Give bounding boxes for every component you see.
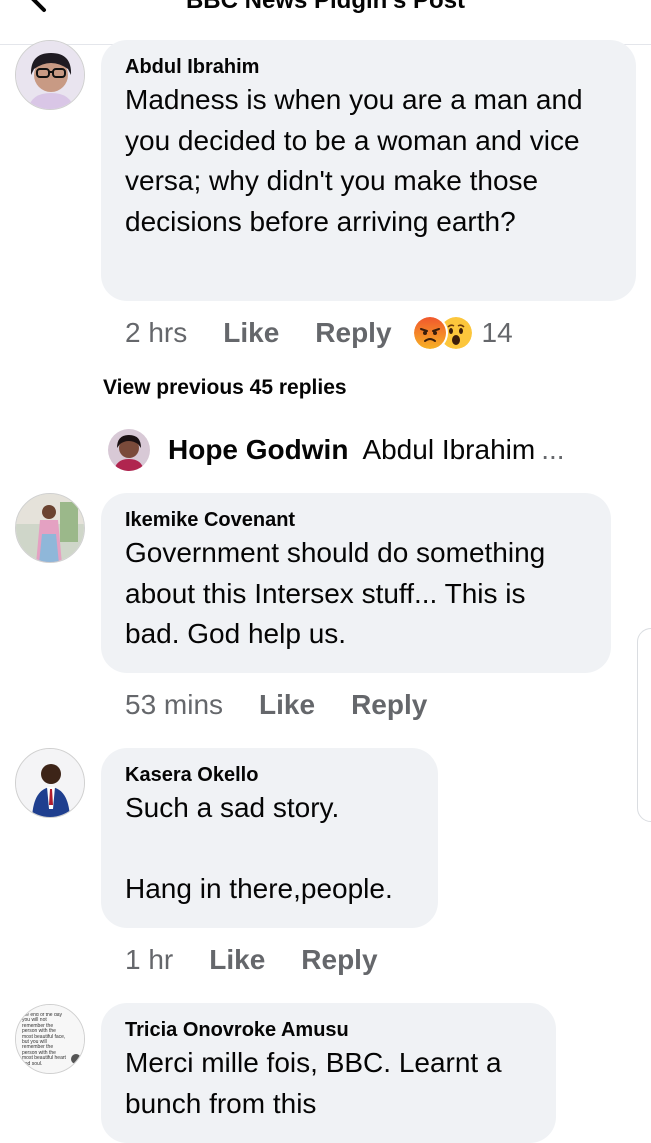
- avatar-photo: [16, 494, 84, 562]
- angry-reaction-icon: [411, 315, 448, 351]
- avatar[interactable]: [15, 493, 85, 563]
- avatar-photo: [16, 41, 84, 109]
- comment-author[interactable]: Kasera Okello: [125, 762, 414, 788]
- comment-actions: 53 mins Like Reply: [125, 685, 463, 725]
- comment-time[interactable]: 53 mins: [125, 689, 223, 721]
- comment-actions: 2 hrs Like Reply 14: [125, 313, 513, 353]
- reply-avatar: [108, 429, 150, 471]
- avatar[interactable]: [15, 748, 85, 818]
- reply-button[interactable]: Reply: [351, 689, 427, 721]
- comment-author[interactable]: Ikemike Covenant: [125, 507, 587, 533]
- comment-text: Merci mille fois, BBC. Learnt a bunch fr…: [125, 1047, 502, 1119]
- comment-time[interactable]: 1 hr: [125, 944, 173, 976]
- avatar[interactable]: the end of the day you will not remember…: [15, 1004, 85, 1074]
- comment-author[interactable]: Tricia Onovroke Amusu: [125, 1017, 532, 1043]
- comment-bubble: Tricia Onovroke Amusu Merci mille fois, …: [101, 1003, 556, 1143]
- reaction-count: 14: [481, 317, 513, 348]
- comment-bubble: Kasera Okello Such a sad story. Hang in …: [101, 748, 438, 928]
- comment-bubble: Ikemike Covenant Government should do so…: [101, 493, 611, 673]
- reply-avatar-photo: [108, 429, 150, 471]
- comment-time[interactable]: 2 hrs: [125, 317, 187, 349]
- avatar-quote-text: the end of the day you will not remember…: [22, 1013, 66, 1067]
- reply-author: Hope Godwin: [168, 434, 349, 465]
- reply-text: Abdul Ibrahim: [362, 434, 536, 465]
- like-button[interactable]: Like: [223, 317, 279, 349]
- avatar-photo: [16, 749, 84, 817]
- comment-bubble: Abdul Ibrahim Madness is when you are a …: [101, 40, 636, 301]
- side-panel-edge: [637, 628, 651, 822]
- view-previous-replies-link[interactable]: View previous 45 replies: [103, 376, 347, 400]
- comment-text: Madness is when you are a man and you de…: [125, 84, 583, 237]
- comment-text: Such a sad story. Hang in there,people.: [125, 792, 393, 904]
- like-button[interactable]: Like: [209, 944, 265, 976]
- comment-author[interactable]: Abdul Ibrahim: [125, 54, 612, 80]
- comment-text: Government should do something about thi…: [125, 537, 546, 649]
- page-title: BBC News Pidgin's Post: [185, 0, 466, 14]
- like-button[interactable]: Like: [259, 689, 315, 721]
- post-header: BBC News Pidgin's Post: [0, 0, 651, 45]
- reaction-summary[interactable]: 14: [411, 315, 513, 351]
- avatar-photo: the end of the day you will not remember…: [16, 1005, 84, 1073]
- reply-preview[interactable]: Hope Godwin Abdul Ibrahim ...: [108, 428, 565, 472]
- comment-actions: 1 hr Like Reply: [125, 940, 414, 980]
- avatar[interactable]: [15, 40, 85, 110]
- reply-ellipsis: ...: [541, 434, 565, 465]
- reply-button[interactable]: Reply: [315, 317, 391, 349]
- reply-button[interactable]: Reply: [301, 944, 377, 976]
